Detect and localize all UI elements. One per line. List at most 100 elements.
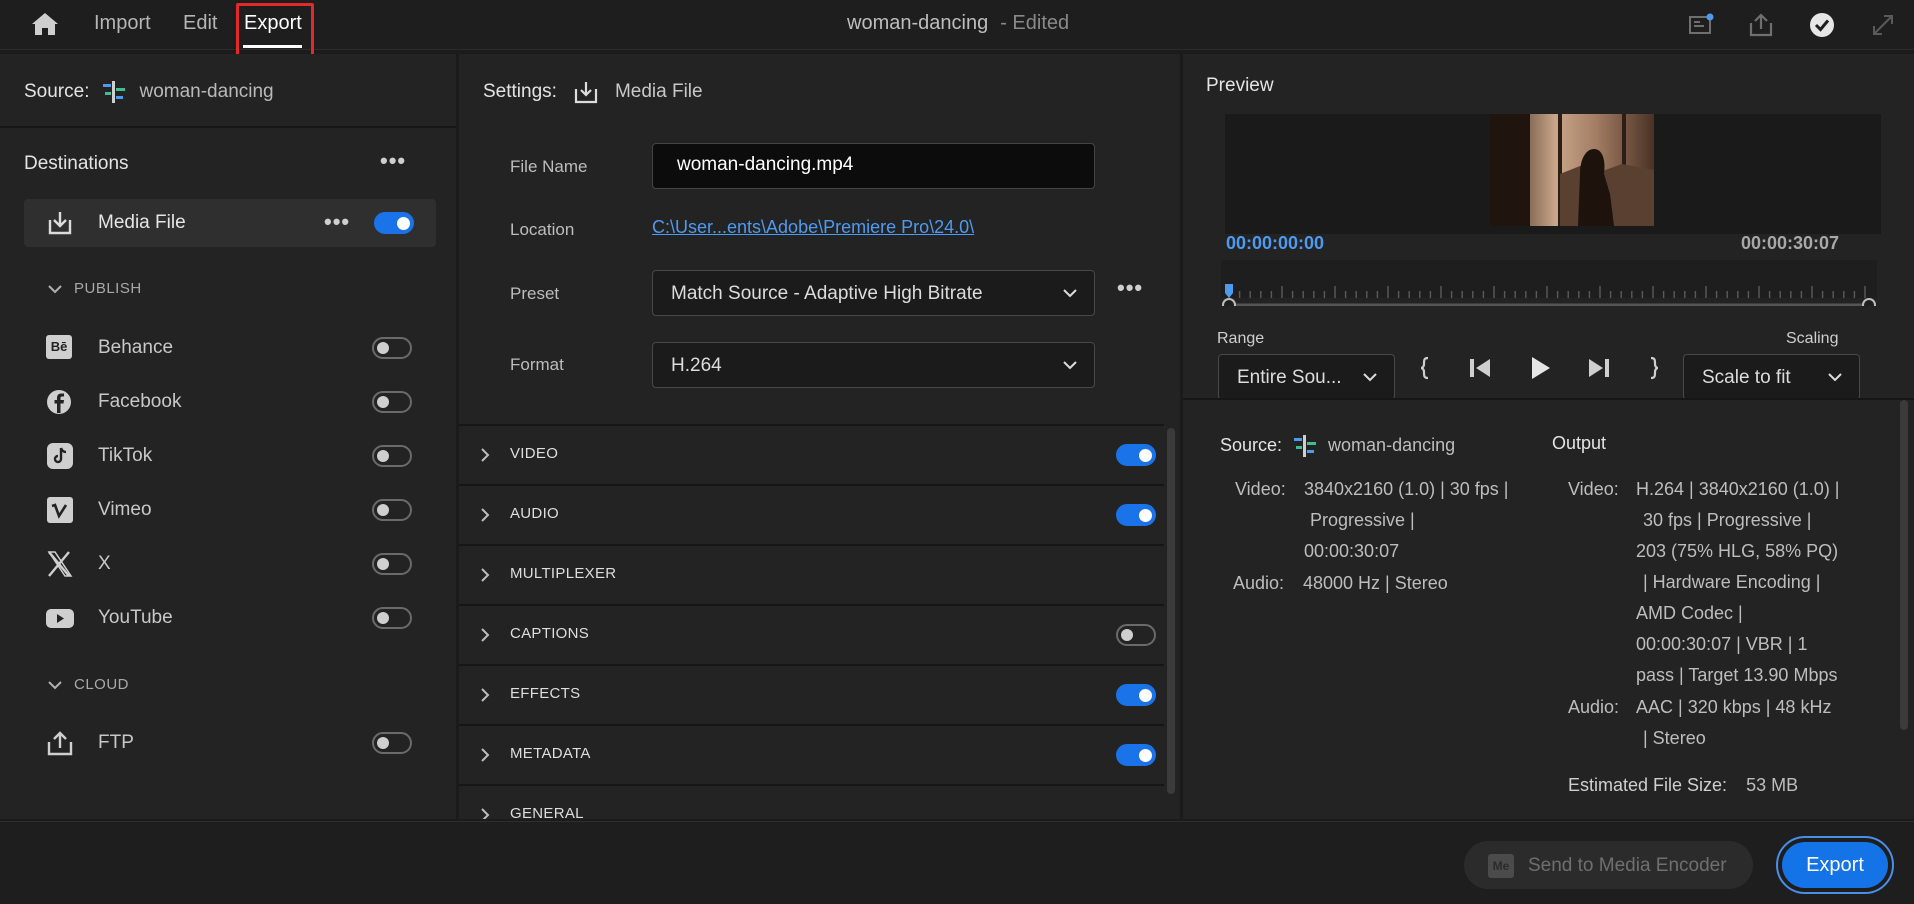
estimated-file-size: Estimated File Size: 53 MB <box>1568 770 1798 801</box>
summary-line: | Hardware Encoding | <box>1643 572 1821 592</box>
ftp-label: FTP <box>98 732 134 753</box>
file-name-input[interactable]: woman-dancing.mp4 <box>652 143 1095 189</box>
summary-source-label: Source: <box>1220 435 1283 455</box>
section-video[interactable]: VIDEO <box>459 424 1164 482</box>
quick-export-icon[interactable] <box>1687 11 1715 39</box>
youtube-toggle[interactable] <box>372 607 412 629</box>
youtube-icon <box>46 609 74 628</box>
mark-in-icon[interactable] <box>1408 350 1444 386</box>
section-captions[interactable]: CAPTIONS <box>459 604 1164 662</box>
destination-tiktok[interactable]: TikTok <box>46 441 416 471</box>
section-label: VIDEO <box>510 445 559 462</box>
scaling-select[interactable]: Scale to fit <box>1683 354 1860 400</box>
fullscreen-icon[interactable] <box>1869 11 1897 39</box>
chevron-down-icon <box>48 284 62 293</box>
vimeo-toggle[interactable] <box>372 499 412 521</box>
behance-toggle[interactable] <box>372 337 412 359</box>
destination-x[interactable]: X <box>46 549 416 579</box>
chevron-right-icon <box>481 568 490 582</box>
summary-line: 00:00:30:07 <box>1304 541 1400 561</box>
destination-vimeo[interactable]: Vimeo <box>46 495 416 525</box>
section-general[interactable]: GENERAL <box>459 784 1164 819</box>
timeline-ruler[interactable] <box>1221 260 1877 312</box>
summary-output-label: Output <box>1552 433 1607 453</box>
play-icon[interactable] <box>1522 350 1558 386</box>
range-value: Entire Sou... <box>1237 367 1342 388</box>
export-button[interactable]: Export <box>1782 842 1888 888</box>
home-icon[interactable] <box>30 11 60 37</box>
section-label: MULTIPLEXER <box>510 565 617 582</box>
ftp-icon <box>47 731 73 756</box>
tab-import[interactable]: Import <box>94 12 151 35</box>
ftp-toggle[interactable] <box>372 732 412 754</box>
section-effects-toggle[interactable] <box>1116 684 1156 706</box>
summary-line: AAC | 320 kbps | 48 kHz <box>1636 697 1832 717</box>
vimeo-icon <box>47 497 73 523</box>
facebook-icon <box>47 390 71 414</box>
youtube-label: YouTube <box>98 607 173 628</box>
section-label: AUDIO <box>510 505 560 522</box>
step-forward-icon[interactable] <box>1581 350 1617 386</box>
section-video-toggle[interactable] <box>1116 444 1156 466</box>
cloud-label: CLOUD <box>74 676 130 693</box>
preset-more-icon[interactable]: ••• <box>1117 275 1143 301</box>
source-name: woman-dancing <box>139 81 274 102</box>
destination-youtube[interactable]: YouTube <box>46 603 416 633</box>
tiktok-toggle[interactable] <box>372 445 412 467</box>
timecode-end: 00:00:30:07 <box>1741 233 1840 253</box>
timecode-start[interactable]: 00:00:00:00 <box>1226 233 1324 254</box>
section-audio-toggle[interactable] <box>1116 504 1156 526</box>
chevron-right-icon <box>481 748 490 762</box>
mark-out-icon[interactable] <box>1635 350 1671 386</box>
destination-ftp[interactable]: FTP <box>46 728 416 758</box>
destinations-more-icon[interactable]: ••• <box>380 148 406 174</box>
section-audio[interactable]: AUDIO <box>459 484 1164 542</box>
cloud-section-header[interactable]: CLOUD <box>48 676 129 693</box>
top-bar: Import Edit Export woman-dancing - Edited <box>0 0 1914 59</box>
media-encoder-icon: Me <box>1488 854 1514 878</box>
section-metadata[interactable]: METADATA <box>459 724 1164 782</box>
range-select[interactable]: Entire Sou... <box>1218 354 1395 400</box>
media-file-toggle[interactable] <box>374 212 414 234</box>
location-link[interactable]: C:\User...ents\Adobe\Premiere Pro\24.0\ <box>652 217 974 238</box>
section-effects[interactable]: EFFECTS <box>459 664 1164 722</box>
chevron-down-icon <box>1063 289 1077 298</box>
section-label: GENERAL <box>510 805 584 819</box>
settings-panel: Settings: Media File File Name woman-dan… <box>459 54 1180 819</box>
settings-scrollbar[interactable] <box>1167 428 1175 794</box>
summary-scrollbar[interactable] <box>1900 400 1908 730</box>
section-metadata-toggle[interactable] <box>1116 744 1156 766</box>
destination-behance[interactable]: Bē Behance <box>46 333 416 363</box>
summary-source-audio: 48000 Hz | Stereo <box>1303 573 1448 593</box>
chevron-down-icon <box>48 680 62 689</box>
source-label: Source: <box>24 81 90 102</box>
summary-output-video-label: Video: <box>1568 479 1619 499</box>
send-to-media-encoder-button[interactable]: Me Send to Media Encoder <box>1464 841 1753 889</box>
share-icon[interactable] <box>1747 11 1775 39</box>
step-back-icon[interactable] <box>1462 350 1498 386</box>
tab-edit[interactable]: Edit <box>183 12 217 35</box>
facebook-toggle[interactable] <box>372 391 412 413</box>
summary-source-row: Source: woman-dancing <box>1220 430 1455 461</box>
project-status: - Edited <box>1000 12 1070 34</box>
summary-source-name: woman-dancing <box>1328 435 1456 455</box>
summary-line: AMD Codec | <box>1636 603 1743 623</box>
destination-media-file[interactable]: Media File ••• <box>24 199 436 247</box>
preview-title: Preview <box>1206 75 1274 96</box>
destination-facebook[interactable]: Facebook <box>46 387 416 417</box>
tiktok-label: TikTok <box>98 445 153 466</box>
section-multiplexer[interactable]: MULTIPLEXER <box>459 544 1164 602</box>
format-select[interactable]: H.264 <box>652 342 1095 388</box>
media-file-label: Media File <box>98 212 186 233</box>
media-file-more-icon[interactable]: ••• <box>324 209 350 235</box>
section-captions-toggle[interactable] <box>1116 624 1156 646</box>
preset-select[interactable]: Match Source - Adaptive High Bitrate <box>652 270 1095 316</box>
checkmark-icon[interactable] <box>1808 11 1836 39</box>
publish-section-header[interactable]: PUBLISH <box>48 280 142 297</box>
media-file-icon <box>574 82 598 104</box>
timeline[interactable] <box>1221 260 1877 312</box>
section-label: METADATA <box>510 745 591 762</box>
export-tab-highlight <box>236 3 314 59</box>
preset-label: Preset <box>510 284 560 303</box>
x-toggle[interactable] <box>372 553 412 575</box>
